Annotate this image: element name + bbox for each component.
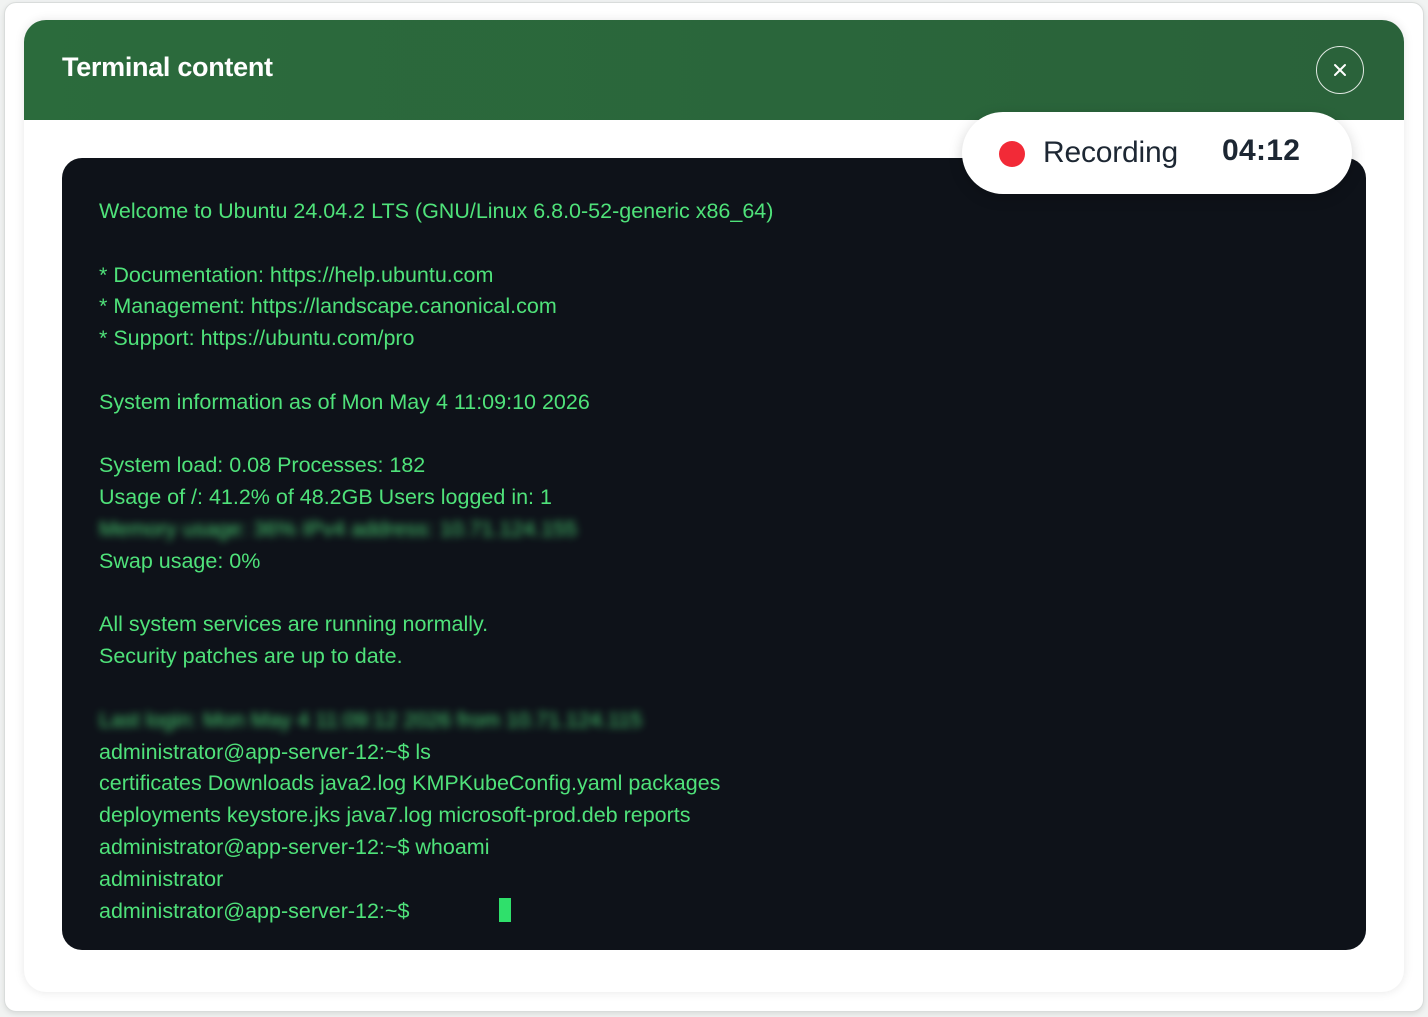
modal-header: Terminal content	[24, 20, 1404, 120]
terminal-window[interactable]: Welcome to Ubuntu 24.04.2 LTS (GNU/Linux…	[62, 158, 1366, 950]
terminal-line: Swap usage: 0%	[99, 548, 261, 573]
recording-timer: 04:12	[1222, 134, 1301, 167]
terminal-output: Welcome to Ubuntu 24.04.2 LTS (GNU/Linux…	[99, 196, 1329, 927]
recording-label: Recording	[1043, 136, 1178, 169]
recording-dot-icon	[999, 141, 1025, 167]
terminal-cursor	[499, 897, 512, 922]
terminal-line: administrator@app-server-12:~$ whoami	[99, 834, 490, 859]
terminal-line-redacted: Last login: Mon May 4 11:09:12 2026 from…	[99, 707, 643, 732]
terminal-line: * Documentation: https://help.ubuntu.com	[99, 262, 494, 287]
terminal-line: Usage of /: 41.2% of 48.2GB Users logged…	[99, 485, 552, 510]
terminal-line: Security patches are up to date.	[99, 644, 403, 669]
terminal-line: deployments keystore.jks java7.log micro…	[99, 803, 691, 828]
close-button[interactable]	[1316, 46, 1364, 94]
recording-indicator: Recording 04:12	[962, 112, 1352, 194]
terminal-line: administrator	[99, 866, 224, 891]
terminal-prompt: administrator@app-server-12:~$	[99, 898, 410, 923]
terminal-line: System load: 0.08 Processes: 182	[99, 453, 426, 478]
terminal-prompt-line: administrator@app-server-12:~$	[99, 896, 1329, 928]
close-icon	[1334, 64, 1346, 76]
terminal-line: System information as of Mon May 4 11:09…	[99, 389, 590, 414]
terminal-line: * Support: https://ubuntu.com/pro	[99, 326, 415, 351]
terminal-line: * Management: https://landscape.canonica…	[99, 294, 557, 319]
terminal-line-redacted: Memory usage: 36% IPv4 address: 10.71.12…	[99, 516, 578, 541]
terminal-line: certificates Downloads java2.log KMPKube…	[99, 771, 721, 796]
modal-title: Terminal content	[62, 52, 273, 82]
terminal-line: Welcome to Ubuntu 24.04.2 LTS (GNU/Linux…	[99, 199, 774, 223]
terminal-line: All system services are running normally…	[99, 612, 489, 637]
terminal-line: administrator@app-server-12:~$ ls	[99, 739, 431, 764]
